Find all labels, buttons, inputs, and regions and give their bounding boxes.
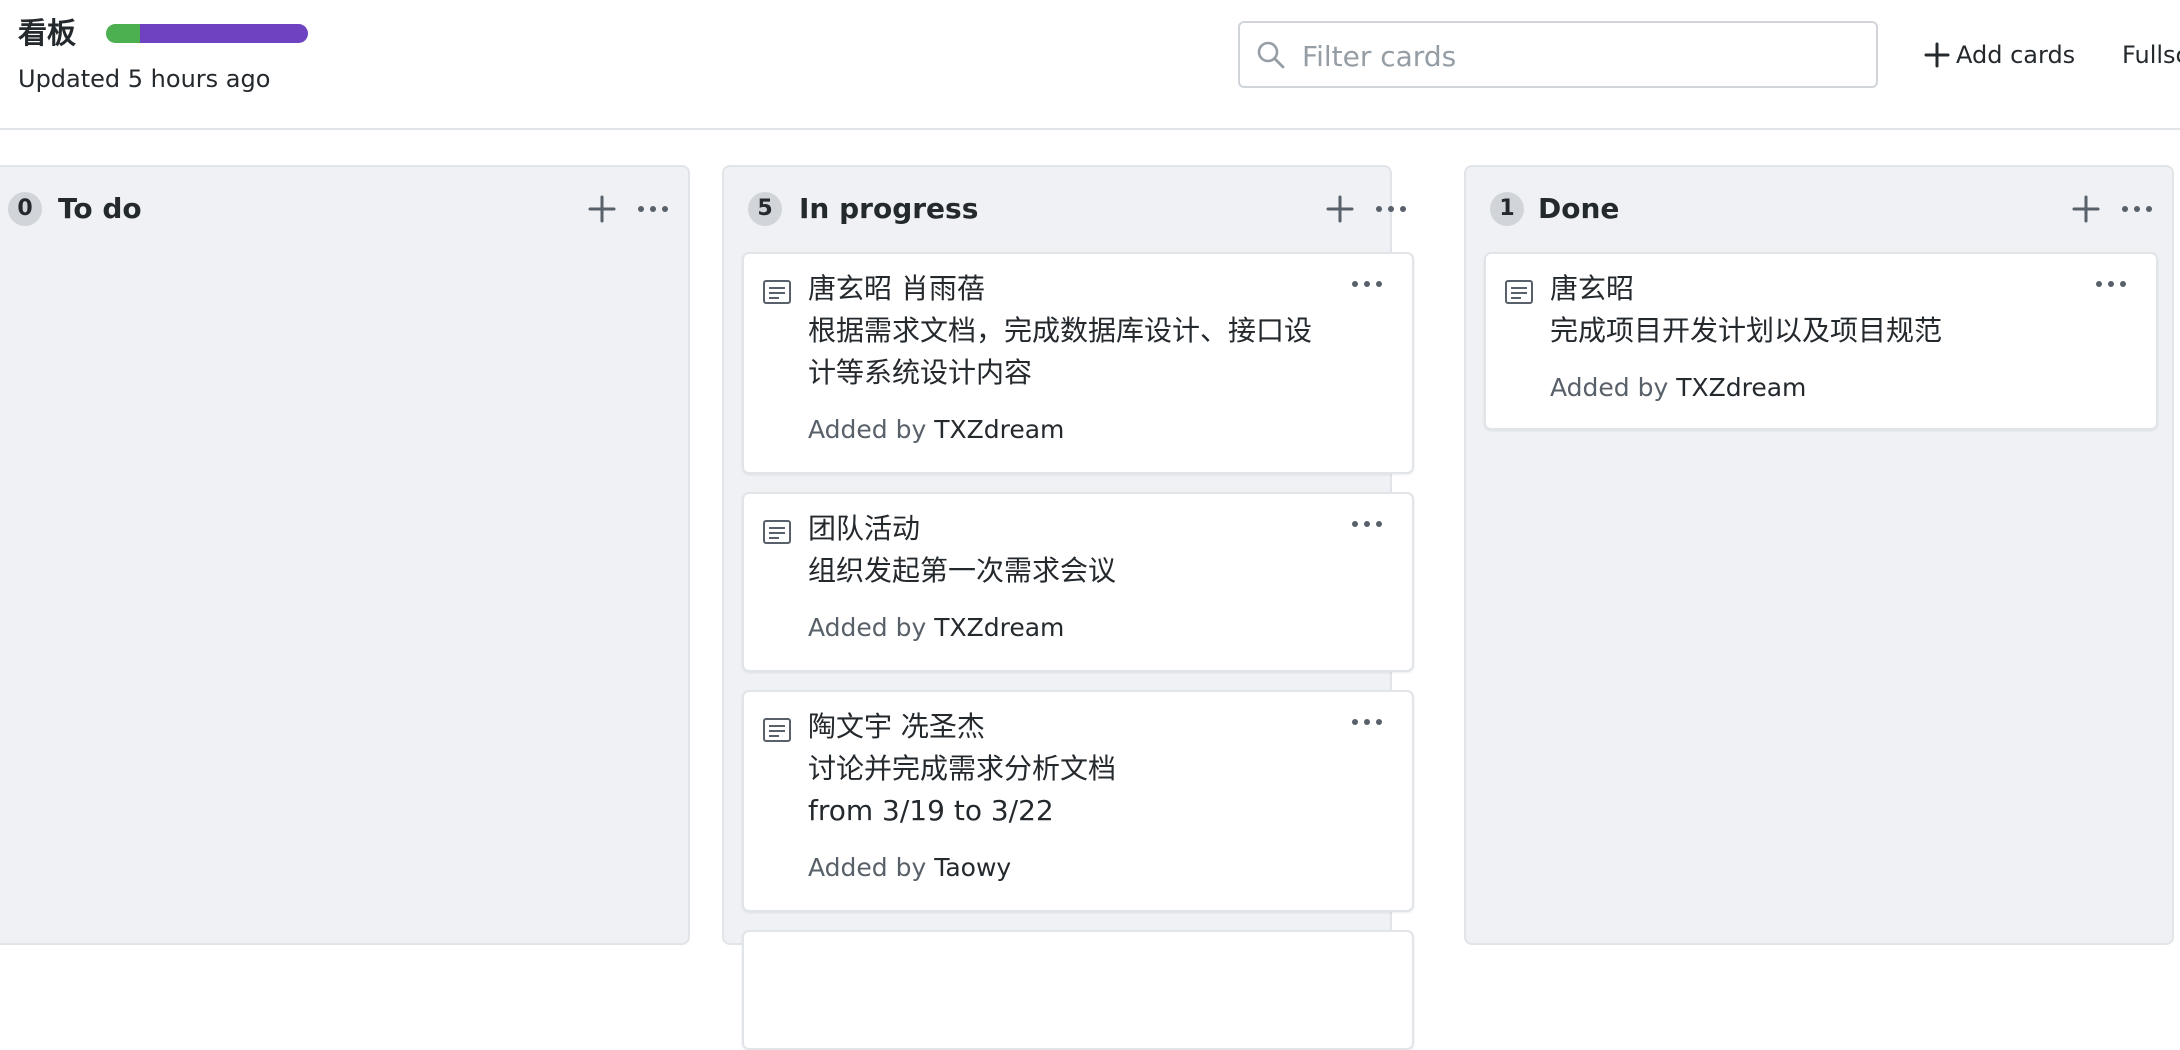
progress-segment-in-progress — [139, 24, 308, 43]
column-header: 5 In progress — [724, 167, 1406, 249]
column-title: Done — [1538, 192, 1620, 225]
column-title: To do — [58, 192, 142, 225]
card-added-by: Added by TXZdream — [808, 610, 1064, 646]
column-in-progress: 5 In progress 唐玄昭 肖雨蓓 根据需求文档，完成数据库设计、接口设… — [722, 165, 1414, 1050]
note-icon — [763, 280, 791, 304]
kebab-horizontal-icon[interactable] — [1374, 193, 1408, 225]
note-card[interactable]: 陶文宇 冼圣杰 讨论并完成需求分析文档 from 3/19 to 3/22 Ad… — [742, 690, 1414, 912]
card-added-by: Added by TXZdream — [1550, 370, 1806, 406]
fullscreen-button[interactable]: Fullscreen — [2116, 36, 2180, 74]
note-card[interactable]: 团队活动 组织发起第一次需求会议 Added by TXZdream — [742, 492, 1414, 672]
column-card-count: 0 — [8, 192, 42, 226]
kebab-horizontal-icon[interactable] — [2094, 272, 2128, 296]
fullscreen-label: Fullscreen — [2122, 41, 2180, 69]
project-progress-bar — [106, 24, 308, 43]
card-line: from 3/19 to 3/22 — [808, 794, 1054, 827]
card-line: 组织发起第一次需求会议 — [808, 554, 1117, 587]
note-card[interactable]: 唐玄昭 肖雨蓓 根据需求文档，完成数据库设计、接口设 计等系统设计内容 Adde… — [742, 252, 1414, 474]
card-note-text: 团队活动 组织发起第一次需求会议 — [808, 508, 1332, 592]
card-line: 唐玄昭 肖雨蓓 — [808, 272, 985, 305]
note-card[interactable] — [742, 930, 1414, 1050]
card-line: 根据需求文档，完成数据库设计、接口设 — [808, 314, 1313, 347]
column-done: 1 Done 唐玄昭 完成项目开发计划以及项目规范 Added by TXZdr… — [1464, 165, 2174, 945]
card-author-link[interactable]: TXZdream — [934, 415, 1064, 444]
project-title: 看板 — [18, 16, 77, 50]
kebab-horizontal-icon[interactable] — [1350, 710, 1384, 734]
column-header: 0 To do — [0, 167, 688, 249]
add-cards-button[interactable]: Add cards — [1924, 36, 2075, 74]
progress-segment-done — [106, 24, 140, 43]
add-cards-label: Add cards — [1956, 41, 2076, 69]
search-icon — [1257, 41, 1285, 69]
kebab-horizontal-icon[interactable] — [636, 193, 670, 225]
plus-icon — [1924, 42, 1950, 68]
card-line: 计等系统设计内容 — [808, 356, 1033, 389]
column-todo: 0 To do — [0, 165, 690, 945]
plus-icon[interactable] — [2070, 193, 2102, 225]
column-card-count: 1 — [1490, 192, 1524, 226]
card-line: 讨论并完成需求分析文档 — [808, 752, 1117, 785]
card-line: 团队活动 — [808, 512, 921, 545]
card-author-link[interactable]: Taowy — [934, 853, 1011, 882]
added-by-prefix: Added by — [808, 853, 927, 882]
card-note-text: 唐玄昭 肖雨蓓 根据需求文档，完成数据库设计、接口设 计等系统设计内容 — [808, 268, 1332, 394]
kebab-horizontal-icon[interactable] — [1350, 512, 1384, 536]
card-author-link[interactable]: TXZdream — [934, 613, 1064, 642]
column-title: In progress — [799, 192, 979, 225]
note-icon — [1505, 280, 1533, 304]
kebab-horizontal-icon[interactable] — [2120, 193, 2154, 225]
column-header: 1 Done — [1466, 167, 2172, 249]
note-icon — [763, 718, 791, 742]
card-line: 唐玄昭 — [1550, 272, 1635, 305]
project-header: 看板 Updated 5 hours ago Add cards Fullscr… — [0, 0, 2180, 130]
added-by-prefix: Added by — [808, 613, 927, 642]
card-author-link[interactable]: TXZdream — [1676, 373, 1806, 402]
card-added-by: Added by Taowy — [808, 850, 1011, 886]
added-by-prefix: Added by — [1550, 373, 1669, 402]
note-icon — [763, 520, 791, 544]
card-note-text: 陶文宇 冼圣杰 讨论并完成需求分析文档 from 3/19 to 3/22 — [808, 706, 1332, 832]
plus-icon[interactable] — [586, 193, 618, 225]
card-line: 完成项目开发计划以及项目规范 — [1550, 314, 1943, 347]
kebab-horizontal-icon[interactable] — [1350, 272, 1384, 296]
added-by-prefix: Added by — [808, 415, 927, 444]
card-line: 陶文宇 冼圣杰 — [808, 710, 985, 743]
card-note-text: 唐玄昭 完成项目开发计划以及项目规范 — [1550, 268, 2076, 352]
filter-cards-input[interactable] — [1300, 31, 1864, 81]
column-card-count: 5 — [748, 192, 782, 226]
card-added-by: Added by TXZdream — [808, 412, 1064, 448]
note-card[interactable]: 唐玄昭 完成项目开发计划以及项目规范 Added by TXZdream — [1484, 252, 2158, 430]
filter-cards-box[interactable] — [1238, 21, 1878, 88]
plus-icon[interactable] — [1324, 193, 1356, 225]
project-board: 0 To do 5 In progress 唐玄昭 肖雨蓓 根据需求文档，完成数… — [0, 130, 2180, 1050]
updated-timestamp: Updated 5 hours ago — [18, 65, 271, 93]
